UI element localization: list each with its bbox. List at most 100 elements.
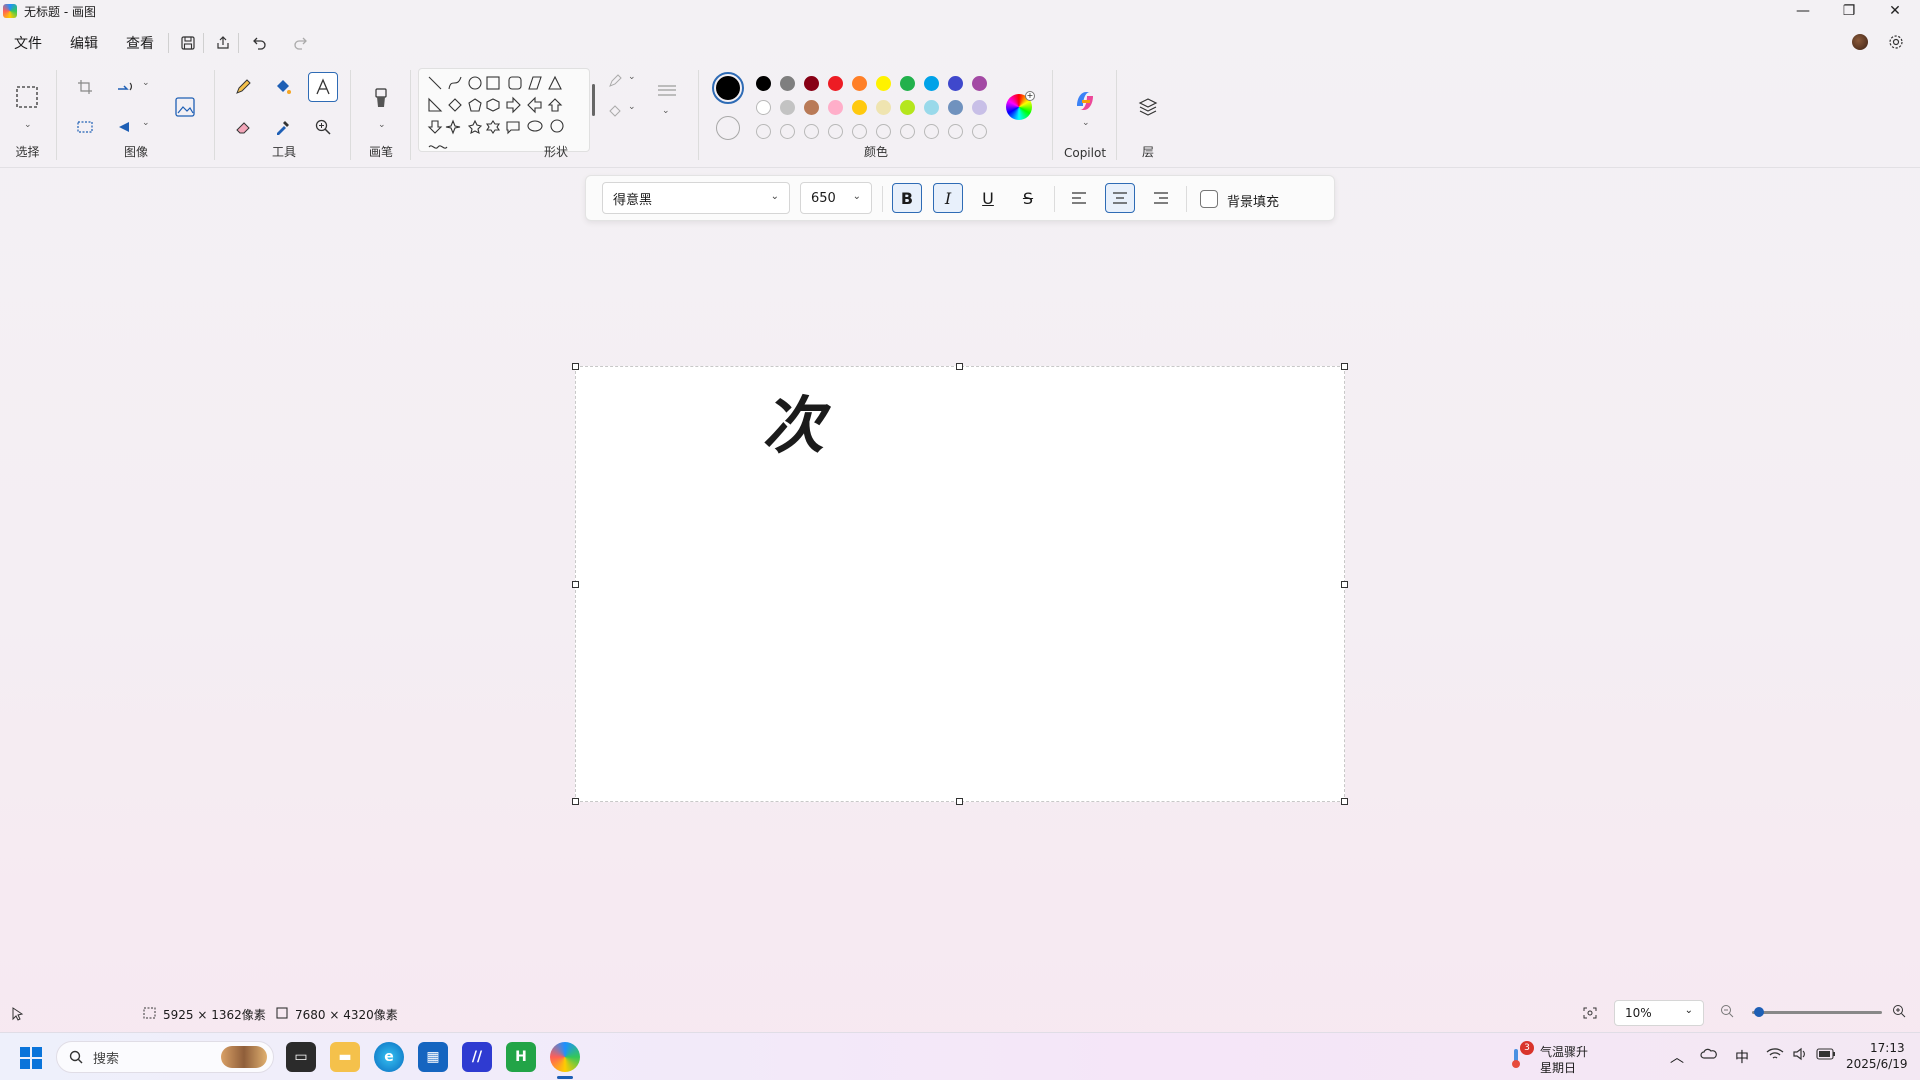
color-swatch[interactable] [948,100,963,115]
four-point-star-shape-icon[interactable] [445,119,461,135]
copilot-button[interactable] [1070,86,1100,116]
editor-app-button[interactable]: // [462,1042,492,1072]
magnifier-tool[interactable] [308,112,338,142]
custom-color-slot[interactable] [756,124,771,139]
color-swatch[interactable] [756,76,771,91]
resize-handle-bottom[interactable] [956,798,963,805]
minimize-button[interactable]: — [1780,0,1826,22]
resize-handle-bottom-left[interactable] [572,798,579,805]
zoom-dropdown[interactable]: 10% ⌄ [1614,1000,1704,1026]
color-swatch[interactable] [852,100,867,115]
save-button[interactable] [173,29,203,57]
align-center-button[interactable] [1105,183,1135,213]
line-shape-icon[interactable] [428,76,442,90]
undo-button[interactable] [245,29,275,57]
pentagon-shape-icon[interactable] [468,98,482,112]
clock-date[interactable]: 2025/6/19 [1846,1057,1908,1071]
eraser-tool[interactable] [228,112,258,142]
underline-button[interactable]: U [973,183,1003,213]
task-view-button[interactable]: ▭ [286,1042,316,1072]
font-size-dropdown[interactable]: 650 ⌄ [800,182,872,214]
primary-color-button[interactable] [712,72,744,104]
chevron-down-icon[interactable]: ⌄ [1082,118,1090,128]
left-arrow-shape-icon[interactable] [527,96,542,114]
color-swatch[interactable] [780,100,795,115]
zoom-slider-thumb[interactable] [1754,1007,1764,1017]
five-point-star-shape-icon[interactable] [467,119,483,135]
chevron-down-icon[interactable]: ⌄ [24,120,32,130]
volume-button[interactable] [1792,1047,1808,1065]
chevron-down-icon[interactable]: ⌄ [628,72,636,82]
secondary-color-button[interactable] [716,116,740,140]
color-swatch[interactable] [876,76,891,91]
color-swatch[interactable] [948,76,963,91]
strikethrough-button[interactable]: S [1013,183,1043,213]
color-swatch[interactable] [828,100,843,115]
select-tool[interactable] [12,82,42,112]
color-swatch[interactable] [924,100,939,115]
zoom-in-button[interactable] [1892,1004,1906,1021]
resize-handle-left[interactable] [572,581,579,588]
onedrive-button[interactable] [1700,1047,1718,1063]
resize-handle-top-left[interactable] [572,363,579,370]
align-left-button[interactable] [1064,183,1094,213]
custom-color-slot[interactable] [948,124,963,139]
background-fill-checkbox[interactable] [1200,190,1218,208]
share-button[interactable] [208,29,238,57]
custom-color-slot[interactable] [852,124,867,139]
crop-button[interactable] [70,72,100,102]
custom-color-slot[interactable] [924,124,939,139]
custom-color-slot[interactable] [876,124,891,139]
color-swatch[interactable] [924,76,939,91]
curve-shape-icon[interactable] [448,76,462,90]
text-tool[interactable] [308,72,338,102]
color-swatch[interactable] [900,76,915,91]
color-swatch[interactable] [804,100,819,115]
diamond-shape-icon[interactable] [448,98,462,112]
color-swatch[interactable] [852,76,867,91]
custom-color-slot[interactable] [972,124,987,139]
fill-button[interactable] [600,96,630,126]
color-swatch[interactable] [780,76,795,91]
custom-color-slot[interactable] [804,124,819,139]
hbuilder-button[interactable]: H [506,1042,536,1072]
brush-tool[interactable] [366,84,396,114]
drawing-canvas[interactable]: 次 [572,363,1348,805]
edit-colors-button[interactable]: + [1006,91,1035,120]
align-right-button[interactable] [1146,183,1176,213]
custom-color-slot[interactable] [780,124,795,139]
cloud-callout-shape-icon[interactable] [550,119,564,133]
up-arrow-shape-icon[interactable] [547,98,563,112]
color-swatch[interactable] [828,76,843,91]
menu-file[interactable]: 文件 [14,33,42,53]
store-button[interactable]: ▦ [418,1042,448,1072]
chevron-down-icon[interactable]: ⌄ [378,120,386,130]
shapes-scrollbar[interactable] [592,84,595,116]
menu-edit[interactable]: 编辑 [70,33,98,53]
taskbar-search[interactable]: 搜索 [56,1041,274,1073]
color-swatch[interactable] [804,76,819,91]
chevron-down-icon[interactable]: ⌄ [662,106,670,116]
user-avatar[interactable] [1852,34,1868,50]
file-explorer-button[interactable]: ▬ [330,1042,360,1072]
hexagon-shape-icon[interactable] [486,98,500,112]
chevron-down-icon[interactable]: ⌄ [142,118,150,128]
start-button[interactable] [20,1047,42,1069]
fill-tool[interactable] [268,72,298,102]
custom-color-slot[interactable] [900,124,915,139]
rect-callout-shape-icon[interactable] [506,121,520,135]
fit-to-window-button[interactable] [1580,1004,1600,1022]
maximize-button[interactable]: ❐ [1826,0,1872,22]
network-button[interactable] [1766,1047,1784,1065]
custom-color-slot[interactable] [828,124,843,139]
size-button[interactable] [652,76,682,106]
settings-button[interactable] [1886,32,1906,52]
resize-handle-top[interactable] [956,363,963,370]
six-point-star-shape-icon[interactable] [485,120,501,134]
bold-button[interactable]: B [892,183,922,213]
font-family-dropdown[interactable]: 得意黑 ⌄ [602,182,790,214]
weather-widget[interactable]: 3 气温骤升 星期日 [1510,1041,1630,1075]
right-triangle-shape-icon[interactable] [428,97,443,112]
resize-handle-top-right[interactable] [1341,363,1348,370]
oval-callout-shape-icon[interactable] [527,120,543,132]
